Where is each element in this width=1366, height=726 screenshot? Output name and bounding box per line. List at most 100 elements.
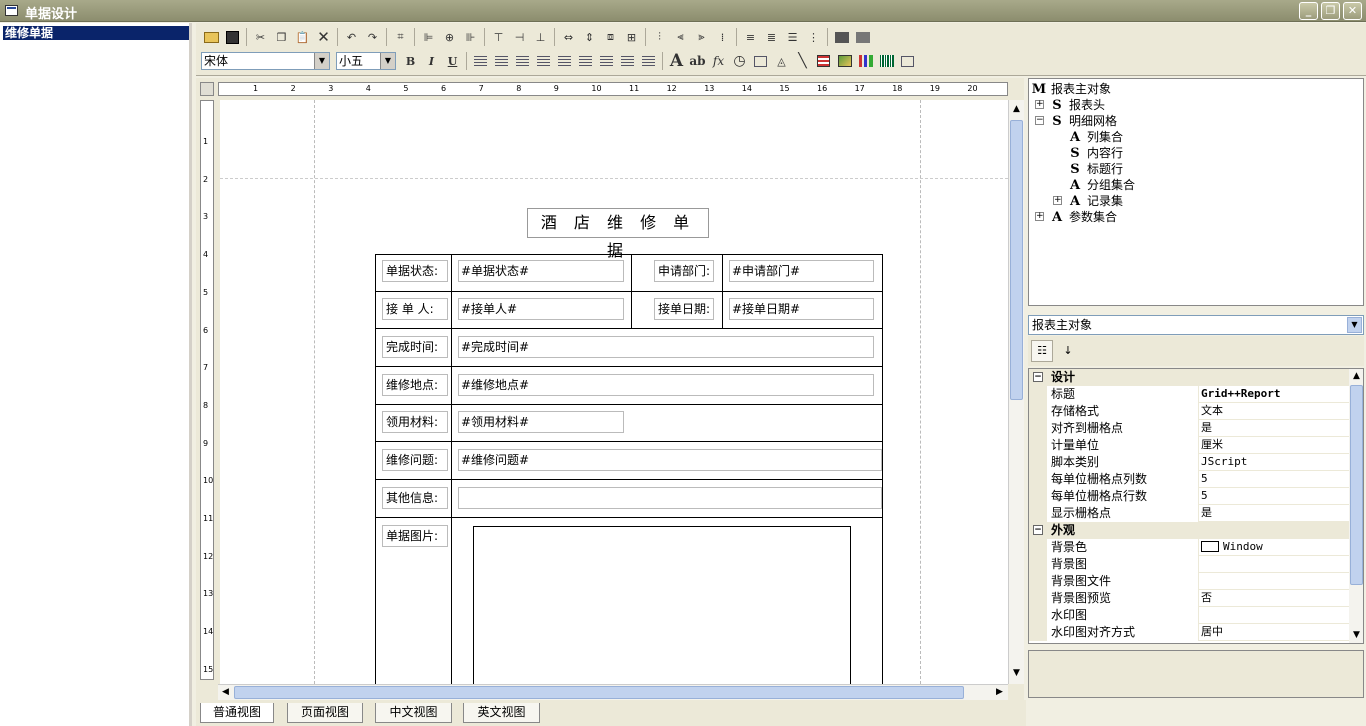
property-grid-scrollbar[interactable]: ▲ ▼ [1349, 369, 1363, 643]
same-height-button[interactable]: ⇕ [579, 27, 600, 47]
collapse-minus-icon[interactable]: − [1033, 525, 1043, 535]
field-receiver[interactable]: #接单人# [458, 298, 624, 320]
property-row[interactable]: 背景图预览否 [1029, 590, 1349, 607]
property-row[interactable]: 对齐到栅格点是 [1029, 420, 1349, 437]
text-align-middle-right-button[interactable] [575, 51, 596, 71]
property-value[interactable]: 否 [1201, 590, 1212, 607]
size-to-grid-button[interactable]: ⊞ [621, 27, 642, 47]
tree-node-content-row[interactable]: S 内容行 [1067, 145, 1123, 161]
expand-plus-icon[interactable]: + [1035, 212, 1044, 221]
h-spacing-increase-button[interactable]: ⫷ [670, 27, 691, 47]
select-all-button[interactable]: ⌗ [390, 27, 411, 47]
rich-text-tool[interactable] [813, 51, 834, 71]
tab-normal-view[interactable]: 普通视图 [200, 703, 274, 723]
tab-page-view[interactable]: 页面视图 [287, 703, 363, 723]
redo-button[interactable]: ↷ [362, 27, 383, 47]
property-value[interactable]: 5 [1201, 488, 1208, 505]
restore-button[interactable]: ❐ [1321, 2, 1340, 20]
categorized-button[interactable]: ☷ [1031, 340, 1053, 362]
field-completion-time[interactable]: #完成时间# [458, 336, 874, 358]
label-receiver[interactable]: 接 单 人: [382, 298, 448, 320]
line-tool[interactable]: ╲ [792, 51, 813, 71]
text-align-bottom-center-button[interactable] [617, 51, 638, 71]
open-button[interactable] [201, 27, 222, 47]
text-align-middle-center-button[interactable] [554, 51, 575, 71]
property-scroll-thumb[interactable] [1350, 385, 1363, 585]
send-back-button[interactable] [852, 27, 873, 47]
property-value[interactable]: JScript [1201, 454, 1247, 471]
font-name-select[interactable]: 宋体 ▼ [201, 52, 330, 70]
text-align-top-center-button[interactable] [491, 51, 512, 71]
h-spacing-equal-button[interactable]: ⫶ [649, 27, 670, 47]
undo-button[interactable]: ↶ [341, 27, 362, 47]
label-completion-time[interactable]: 完成时间: [382, 336, 448, 358]
align-top-button[interactable]: ⊤ [488, 27, 509, 47]
field-materials[interactable]: #领用材料# [458, 411, 624, 433]
chart-tool[interactable] [855, 51, 876, 71]
tree-node-report-header[interactable]: S 报表头 [1049, 97, 1105, 113]
property-value[interactable]: 文本 [1201, 403, 1223, 420]
same-width-button[interactable]: ⇔ [558, 27, 579, 47]
property-object-select[interactable]: 报表主对象 ▼ [1028, 315, 1364, 335]
label-document-status[interactable]: 单据状态: [382, 260, 448, 282]
expand-plus-icon[interactable]: + [1053, 196, 1062, 205]
font-size-select[interactable]: 小五 ▼ [336, 52, 396, 70]
v-spacing-remove-button[interactable]: ⋮ [803, 27, 824, 47]
tree-node-detail-grid[interactable]: S 明细网格 [1049, 113, 1117, 129]
horizontal-scroll-thumb[interactable] [234, 686, 964, 699]
report-page[interactable]: 酒 店 维 修 单 据 单据状态: #单据状态# 申请部门: #申请部门# 接 … [220, 100, 1008, 684]
shape-tool[interactable]: ◬ [771, 51, 792, 71]
scroll-down-arrow-icon[interactable]: ▼ [1349, 628, 1363, 643]
text-align-top-right-button[interactable] [512, 51, 533, 71]
delete-button[interactable]: ✕ [313, 27, 334, 47]
sub-report-tool[interactable] [897, 51, 918, 71]
scroll-right-arrow-icon[interactable]: ▶ [992, 685, 1007, 700]
label-other-info[interactable]: 其他信息: [382, 487, 448, 509]
scroll-up-arrow-icon[interactable]: ▲ [1009, 102, 1024, 117]
tree-node-root[interactable]: M 报表主对象 [1031, 81, 1111, 97]
property-value[interactable]: 是 [1201, 505, 1212, 522]
tree-node-parameters[interactable]: A 参数集合 [1049, 209, 1117, 225]
expand-plus-icon[interactable]: + [1035, 100, 1044, 109]
tree-node-recordset[interactable]: A 记录集 [1067, 193, 1123, 209]
property-value[interactable]: 厘米 [1201, 437, 1223, 454]
text-align-top-left-button[interactable] [470, 51, 491, 71]
paste-button[interactable]: 📋 [292, 27, 313, 47]
align-bottom-button[interactable]: ⊥ [530, 27, 551, 47]
scroll-down-arrow-icon[interactable]: ▼ [1009, 666, 1024, 681]
property-row[interactable]: 背景色 Window [1029, 539, 1349, 556]
field-document-status[interactable]: #单据状态# [458, 260, 624, 282]
v-spacing-equal-button[interactable]: ≡ [740, 27, 761, 47]
same-size-button[interactable]: ⧈ [600, 27, 621, 47]
collapse-minus-icon[interactable]: − [1035, 116, 1044, 125]
v-spacing-increase-button[interactable]: ≣ [761, 27, 782, 47]
align-left-button[interactable]: ⊫ [418, 27, 439, 47]
label-request-department[interactable]: 申请部门: [654, 260, 714, 282]
field-repair-location[interactable]: #维修地点# [458, 374, 874, 396]
tree-node-columns[interactable]: A 列集合 [1067, 129, 1123, 145]
property-row[interactable]: 存储格式 文本 [1029, 403, 1349, 420]
align-right-button[interactable]: ⊪ [460, 27, 481, 47]
minimize-button[interactable]: _ [1299, 2, 1318, 20]
property-row[interactable]: 标题 Grid++Report [1029, 386, 1349, 403]
system-var-tool[interactable] [750, 51, 771, 71]
property-row[interactable]: 水印图 [1029, 607, 1349, 624]
canvas-horizontal-scrollbar[interactable]: ◀ ▶ [218, 684, 1008, 700]
v-spacing-decrease-button[interactable]: ☰ [782, 27, 803, 47]
close-button[interactable]: ✕ [1343, 2, 1362, 20]
tree-node-title-row[interactable]: S 标题行 [1067, 161, 1123, 177]
tab-english-view[interactable]: 英文视图 [463, 703, 540, 723]
italic-button[interactable]: I [421, 51, 442, 71]
text-align-bottom-right-button[interactable] [638, 51, 659, 71]
field-box-tool[interactable]: ab [687, 51, 708, 71]
copy-button[interactable]: ❐ [271, 27, 292, 47]
field-request-department[interactable]: #申请部门# [729, 260, 874, 282]
cut-button[interactable]: ✂ [250, 27, 271, 47]
scroll-left-arrow-icon[interactable]: ◀ [218, 685, 233, 700]
static-text-tool[interactable]: A [666, 51, 687, 71]
text-align-middle-left-button[interactable] [533, 51, 554, 71]
collapse-minus-icon[interactable]: − [1033, 372, 1043, 382]
bring-front-button[interactable] [831, 27, 852, 47]
property-row[interactable]: 计量单位 厘米 [1029, 437, 1349, 454]
h-spacing-decrease-button[interactable]: ⫸ [691, 27, 712, 47]
